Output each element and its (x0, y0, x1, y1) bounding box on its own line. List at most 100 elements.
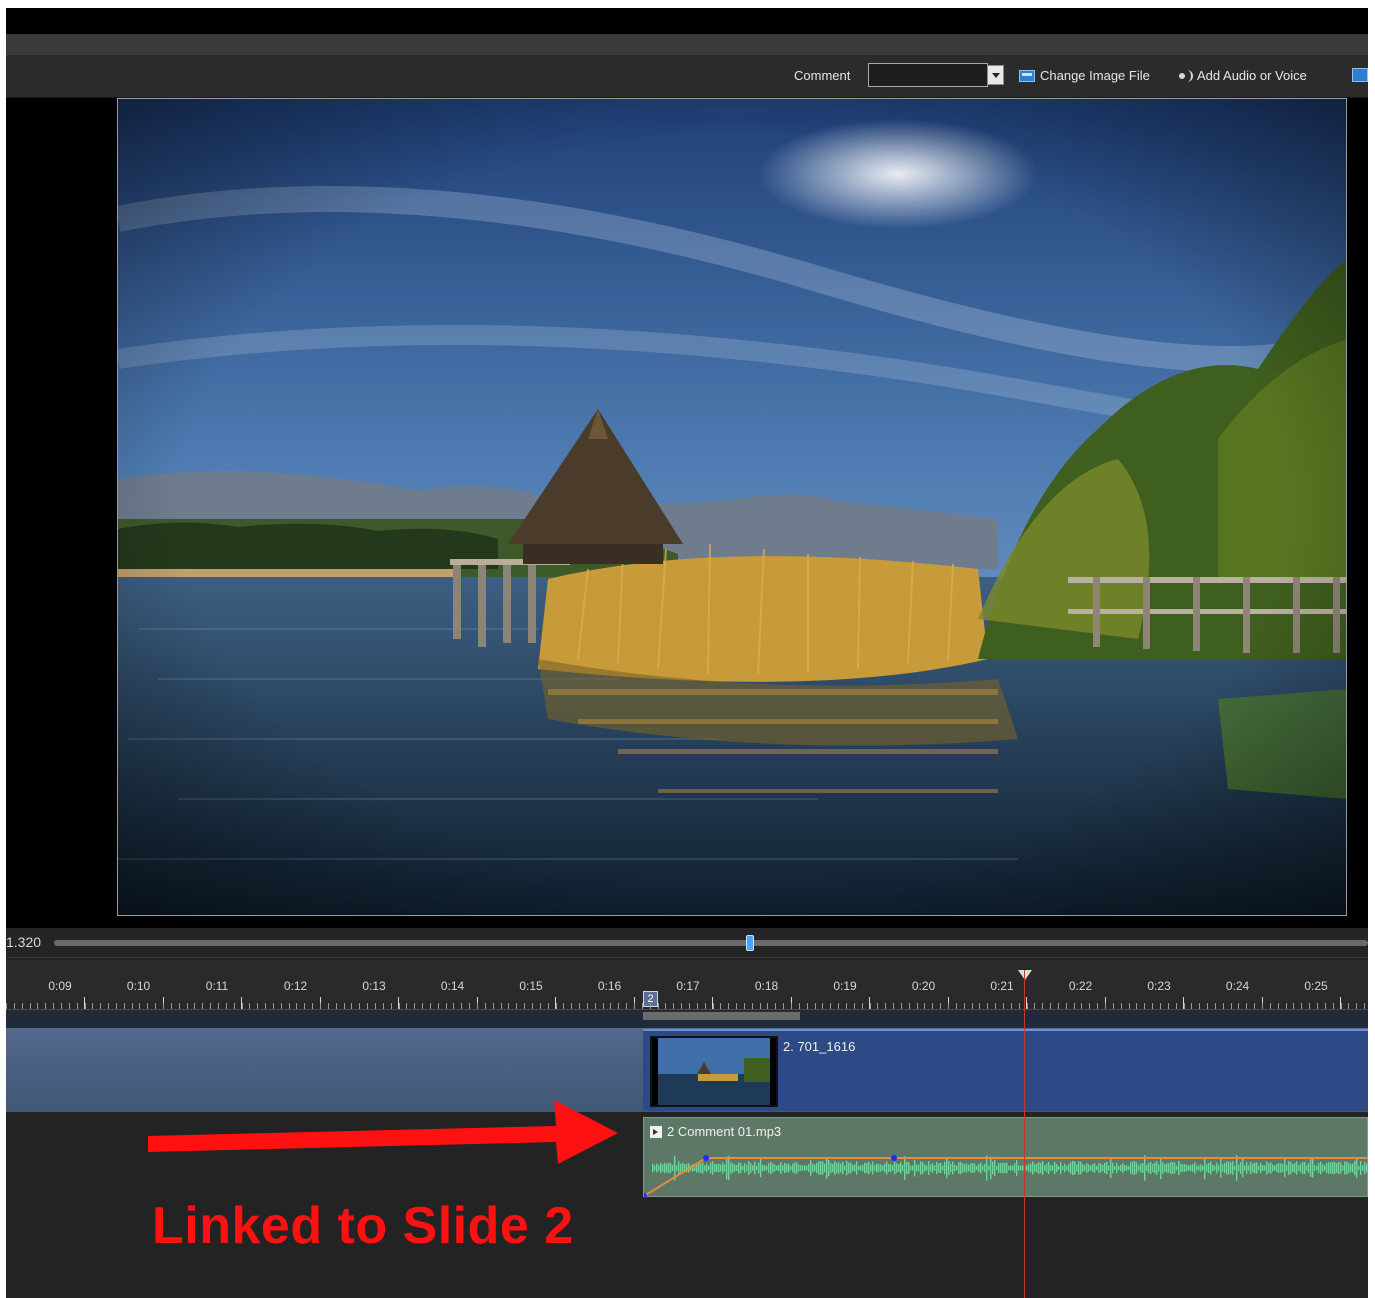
audio-clip-header: 2 Comment 01.mp3 (650, 1124, 781, 1139)
preview-photo (117, 98, 1347, 916)
scrubber-track[interactable] (54, 940, 1368, 946)
ruler-minor-tick (257, 1003, 259, 1009)
waveform-bar (1262, 1164, 1264, 1172)
waveform-bar (1170, 1161, 1172, 1175)
volume-keyframe[interactable] (703, 1155, 709, 1161)
waveform-bar (890, 1164, 892, 1172)
waveform-bar (992, 1161, 994, 1175)
ruler-minor-tick (241, 1003, 243, 1009)
waveform-bar (664, 1162, 666, 1174)
waveform-bar (964, 1163, 966, 1173)
waveform-bar (898, 1164, 900, 1172)
waveform-bar (1124, 1164, 1126, 1172)
scrubber-handle[interactable] (746, 935, 755, 951)
waveform-bar (1212, 1164, 1214, 1172)
ruler-minor-tick (233, 1003, 235, 1009)
waveform-bar (1314, 1165, 1316, 1171)
waveform-bar (784, 1162, 786, 1174)
waveform-bar (1032, 1161, 1034, 1175)
waveform-bar (1202, 1165, 1204, 1171)
playhead-handle[interactable] (1018, 970, 1032, 980)
dropdown-arrow-icon[interactable] (987, 65, 1004, 85)
waveform-bar (660, 1163, 662, 1173)
next-icon[interactable] (1352, 68, 1368, 82)
ruler-minor-tick (76, 1003, 78, 1009)
comment-label: Comment (794, 68, 851, 83)
waveform-bar (886, 1161, 888, 1175)
waveform-bar (1012, 1165, 1014, 1171)
waveform-bar (1346, 1161, 1348, 1175)
waveform-bar (666, 1163, 668, 1173)
ruler-minor-tick (547, 1003, 549, 1009)
slide-range-band[interactable] (643, 1012, 800, 1020)
waveform-bar (1260, 1162, 1262, 1174)
ruler-tick-label: 0:16 (597, 979, 622, 993)
waveform-bar (1040, 1162, 1042, 1174)
waveform-bar (1154, 1162, 1156, 1174)
waveform-bar (768, 1163, 770, 1173)
waveform-bar (1292, 1163, 1294, 1173)
waveform-bar (918, 1164, 920, 1172)
waveform-bar (958, 1162, 960, 1174)
waveform-bar (1364, 1162, 1366, 1174)
ruler-minor-tick (688, 1003, 690, 1009)
waveform-bar (1184, 1164, 1186, 1172)
ruler-minor-tick (1057, 1003, 1059, 1009)
ruler-minor-tick (359, 1003, 361, 1009)
ruler-minor-tick (531, 1003, 533, 1009)
ruler-minor-tick (265, 1003, 267, 1009)
ruler-tick-label: 0:12 (283, 979, 308, 993)
waveform-bar (1280, 1163, 1282, 1173)
waveform-bar (1008, 1165, 1010, 1171)
waveform-bar (940, 1162, 942, 1174)
ruler-minor-tick (210, 1003, 212, 1009)
ruler-minor-tick (798, 1003, 800, 1009)
waveform-bar (1344, 1161, 1346, 1175)
ruler-minor-tick (806, 1003, 808, 1009)
waveform-bar (698, 1163, 700, 1173)
waveform-bar (856, 1161, 858, 1175)
ruler-minor-tick (712, 1003, 714, 1009)
waveform-bar (812, 1163, 814, 1173)
ruler-minor-tick (1042, 1003, 1044, 1009)
waveform-bar (994, 1159, 996, 1177)
ruler-minor-tick (1332, 1003, 1334, 1009)
waveform-bar (1240, 1162, 1242, 1174)
ruler-minor-tick (147, 1003, 149, 1009)
waveform-bar (928, 1161, 930, 1175)
waveform-bar (926, 1165, 928, 1171)
waveform-bar (1114, 1165, 1116, 1171)
waveform-bar (734, 1164, 736, 1172)
ruler-tick-label: 0:10 (126, 979, 151, 993)
waveform-bar (1264, 1165, 1266, 1171)
slide-clip[interactable]: 2. 701_1616 (643, 1029, 1368, 1111)
waveform-bar (776, 1165, 778, 1171)
audio-clip[interactable]: 2 Comment 01.mp3 (643, 1117, 1368, 1198)
waveform-bar (676, 1165, 678, 1171)
waveform-bar (1194, 1162, 1196, 1174)
ruler-minor-tick (45, 1003, 47, 1009)
waveform-bar (700, 1162, 702, 1174)
waveform-bar (1342, 1165, 1344, 1171)
waveform-bar (826, 1157, 828, 1179)
ruler-minor-tick (751, 1003, 753, 1009)
waveform-bar (1138, 1165, 1140, 1171)
slide-preview (6, 98, 1368, 928)
volume-keyframe[interactable] (891, 1155, 897, 1161)
waveform-bar (1062, 1165, 1064, 1171)
waveform-bar (710, 1162, 712, 1174)
ruler-minor-tick (1120, 1003, 1122, 1009)
add-audio-voice-button[interactable]: Add Audio or Voice (1178, 68, 1307, 83)
ruler-minor-tick (594, 1003, 596, 1009)
waveform-bar (942, 1165, 944, 1171)
comment-combobox[interactable] (868, 63, 988, 87)
timeline-ruler[interactable]: 2 0:09 0:10 0:11 0:12 0:13 0:14 0:15 0:16 0:17 0:… (6, 960, 1368, 1010)
waveform-bar (1192, 1164, 1194, 1172)
waveform-bar (908, 1161, 910, 1175)
ruler-minor-tick (1026, 1003, 1028, 1009)
waveform-bar (806, 1165, 808, 1171)
waveform-bar (1188, 1165, 1190, 1171)
change-image-file-button[interactable]: Change Image File (1019, 68, 1150, 83)
ruler-minor-tick (6, 1003, 7, 1009)
ruler-minor-tick (579, 1003, 581, 1009)
